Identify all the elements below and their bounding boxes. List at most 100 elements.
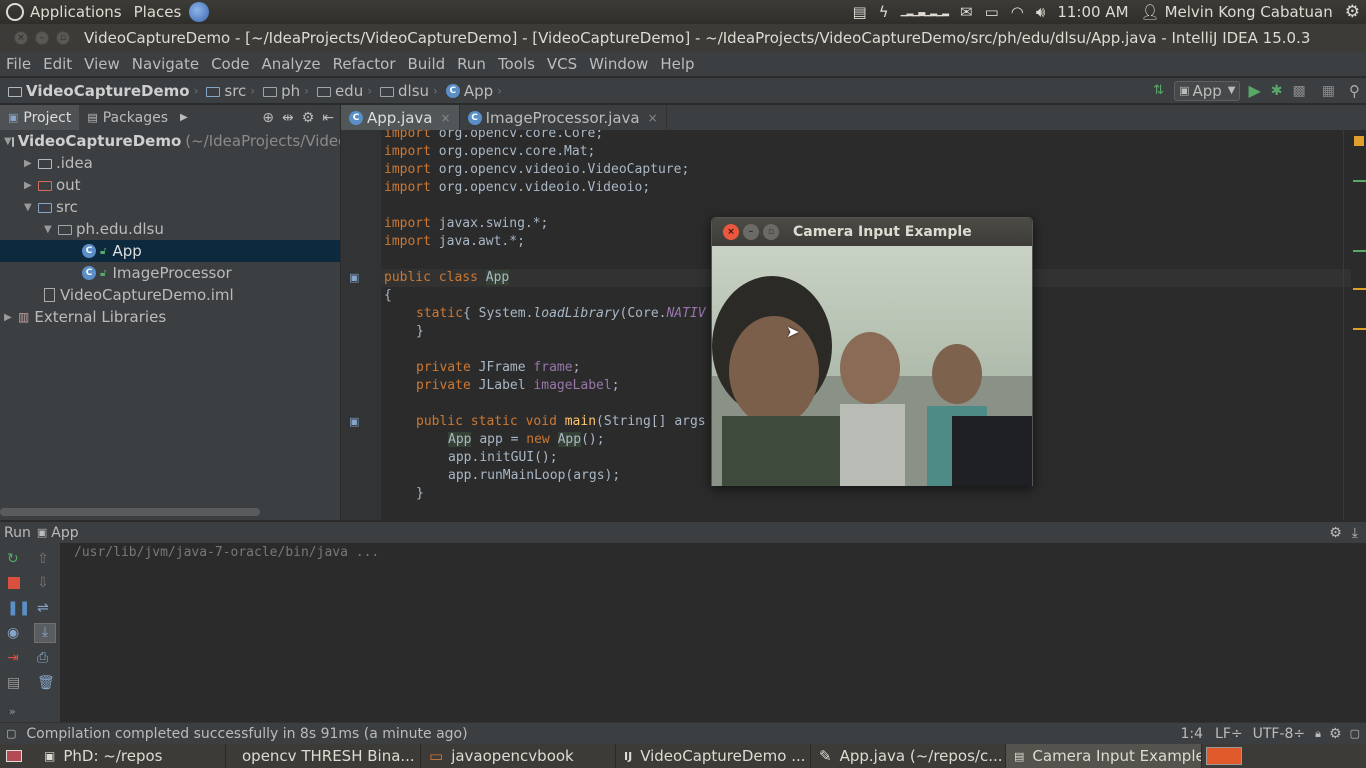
menu-code[interactable]: Code [205, 55, 255, 73]
minimize-window-icon[interactable]: – [35, 31, 49, 45]
console-output[interactable] [0, 543, 1366, 722]
tab-project[interactable]: ▣ Project [0, 105, 80, 130]
workspace-switcher-icon[interactable] [1206, 747, 1242, 765]
taskbar-item-firefox[interactable]: opencv THRESH Bina... [226, 744, 421, 768]
debug-icon[interactable]: ✱ [1271, 83, 1283, 99]
clock[interactable]: 11:00 AM [1051, 0, 1134, 24]
menu-vcs[interactable]: VCS [541, 55, 583, 73]
minimize-window-icon[interactable]: – [743, 224, 759, 240]
exit-icon[interactable]: ⇥ [7, 650, 23, 666]
caret-position[interactable]: 1:4 [1181, 726, 1204, 742]
collapse-arrow-icon[interactable]: ▶ [4, 312, 18, 323]
taskbar-item-file-manager[interactable]: ▭ javaopencvbook [421, 744, 616, 768]
tree-node-out[interactable]: ▶ out [0, 174, 340, 196]
horizontal-scrollbar[interactable] [0, 508, 260, 516]
panel-settings-icon[interactable]: ⚙ [1329, 525, 1342, 541]
menu-run[interactable]: Run [451, 55, 492, 73]
menu-tools[interactable]: Tools [492, 55, 541, 73]
lock-icon[interactable]: 🔒︎ [1315, 727, 1321, 741]
camera-window-titlebar[interactable]: × – ▫ Camera Input Example [712, 218, 1032, 246]
panel-settings-icon[interactable]: ⚙ [302, 110, 315, 126]
rerun-icon[interactable]: ↻ [7, 551, 23, 567]
menu-refactor[interactable]: Refactor [327, 55, 402, 73]
breadcrumb-src[interactable]: src › [202, 82, 259, 100]
expand-arrow-icon[interactable]: ▼ [24, 202, 38, 213]
tree-node-iml[interactable]: VideoCaptureDemo.iml [0, 284, 340, 306]
tab-imageprocessor-java[interactable]: C ImageProcessor.java × [460, 105, 667, 130]
file-encoding[interactable]: UTF-8÷ [1253, 726, 1306, 742]
menu-edit[interactable]: Edit [37, 55, 78, 73]
project-structure-icon[interactable]: ▦ [1322, 83, 1335, 99]
run-gutter-icon[interactable]: ▣ [349, 415, 359, 428]
breadcrumb-app[interactable]: C App › [442, 82, 506, 100]
stop-icon[interactable] [8, 577, 20, 589]
event-log-icon[interactable]: ▢ [1350, 727, 1360, 740]
taskbar-item-camera[interactable]: ▤ Camera Input Example [1006, 744, 1202, 768]
change-marker[interactable] [1353, 328, 1366, 330]
taskbar-item-intellij[interactable]: IJ VideoCaptureDemo ... [616, 744, 811, 768]
pause-icon[interactable]: ❚❚ [7, 600, 30, 616]
breadcrumb-project[interactable]: VideoCaptureDemo › [0, 82, 202, 100]
run-config-select[interactable]: ▣ App ▼ [1174, 80, 1241, 101]
show-desktop-icon[interactable] [6, 750, 22, 762]
menu-help[interactable]: Help [654, 55, 700, 73]
collapse-arrow-icon[interactable]: ▶ [24, 158, 38, 169]
maximize-window-icon[interactable]: ▫ [56, 31, 70, 45]
system-monitor-icon[interactable]: ▁▂▁▃▁▂▁▂ [895, 0, 954, 24]
tree-node-package[interactable]: ▼ ph.edu.dlsu [0, 218, 340, 240]
build-icon[interactable]: ⇅ [1153, 83, 1164, 98]
editor-gutter[interactable]: ▣ ▣ [341, 130, 381, 520]
menu-navigate[interactable]: Navigate [126, 55, 205, 73]
scroll-down-icon[interactable]: ⇩ [37, 575, 53, 591]
tool-windows-icon[interactable]: ▢ [6, 727, 16, 740]
status-message[interactable]: Compilation completed successfully in 8s… [26, 726, 467, 742]
document-icon[interactable]: ▤ [847, 0, 873, 24]
tree-node-external-libraries[interactable]: ▶ ▥ External Libraries [0, 306, 340, 328]
warning-marker[interactable] [1354, 136, 1364, 146]
coverage-icon[interactable]: ▩ [1293, 83, 1306, 99]
menu-window[interactable]: Window [583, 55, 654, 73]
run-panel-config[interactable]: App [51, 525, 78, 541]
clear-all-icon[interactable]: 🗑︎ [37, 675, 55, 691]
breadcrumb-ph[interactable]: ph › [259, 82, 313, 100]
tree-node-app[interactable]: C 🔓︎ App [0, 240, 340, 262]
user-menu[interactable]: 👤︎ Melvin Kong Cabatuan [1135, 0, 1339, 24]
battery-icon[interactable]: ▭ [979, 0, 1005, 24]
collapse-arrow-icon[interactable]: ▶ [24, 180, 38, 191]
menu-file[interactable]: File [0, 55, 37, 73]
expand-arrow-icon[interactable]: ▼ [44, 224, 58, 235]
error-stripe[interactable] [1351, 130, 1366, 520]
tree-node-imageprocessor[interactable]: C 🔓︎ ImageProcessor [0, 262, 340, 284]
layout-icon[interactable]: ▤ [7, 675, 23, 691]
search-icon[interactable]: ⚲ [1349, 82, 1360, 100]
close-tab-icon[interactable]: × [648, 111, 658, 125]
close-window-icon[interactable]: × [14, 31, 28, 45]
camera-window[interactable]: × – ▫ Camera Input Example ➤ [711, 217, 1033, 486]
change-marker[interactable] [1353, 250, 1366, 252]
browser-globe-icon[interactable] [189, 2, 210, 22]
taskbar-item-terminal[interactable]: ▣ PhD: ~/repos [36, 744, 226, 768]
tree-node-src[interactable]: ▼ src [0, 196, 340, 218]
line-separator[interactable]: LF÷ [1215, 726, 1243, 742]
menu-build[interactable]: Build [402, 55, 452, 73]
breadcrumb-edu[interactable]: edu › [313, 82, 376, 100]
places-menu[interactable]: Places [128, 0, 216, 24]
close-tab-icon[interactable]: × [441, 111, 451, 125]
tree-node-idea[interactable]: ▶ .idea [0, 152, 340, 174]
wifi-icon[interactable]: ◠ [1005, 0, 1030, 24]
run-icon[interactable]: ▶ [1248, 81, 1260, 100]
hide-panel-icon[interactable]: ⇤ [322, 110, 334, 126]
tree-node-project-root[interactable]: ▼ VideoCaptureDemo (~/IdeaProjects/Video… [0, 130, 340, 152]
change-marker[interactable] [1353, 288, 1366, 290]
applications-menu[interactable]: Applications [0, 0, 128, 24]
locate-file-icon[interactable]: ⊕ [262, 110, 274, 126]
power-icon[interactable]: ϟ [873, 0, 895, 24]
change-marker[interactable] [1353, 180, 1366, 182]
dump-threads-icon[interactable]: ◉ [7, 625, 23, 641]
soft-wrap-icon[interactable]: ⇌ [37, 600, 53, 616]
hide-panel-icon[interactable]: ⤓ [1352, 525, 1358, 541]
print-icon[interactable]: ⎙ [37, 650, 53, 666]
inspector-icon[interactable]: ⚙ [1329, 726, 1342, 742]
close-window-icon[interactable]: × [723, 224, 739, 240]
expand-icon[interactable]: » [9, 705, 25, 721]
